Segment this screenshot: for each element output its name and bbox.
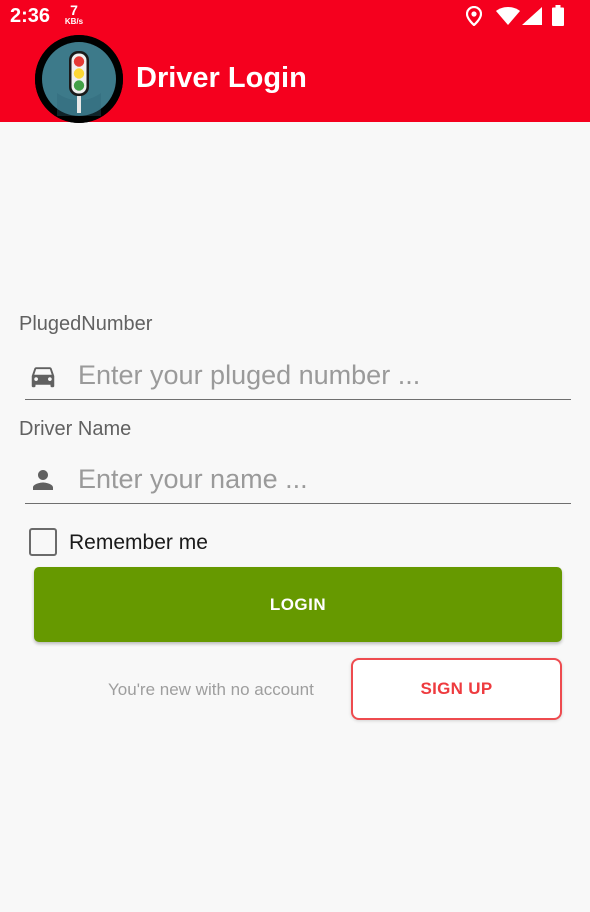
car-icon <box>31 367 55 388</box>
driver-name-input[interactable] <box>78 460 558 498</box>
app-bar: Driver Login <box>0 34 590 123</box>
traffic-light-icon <box>35 35 123 123</box>
status-icons <box>466 5 576 26</box>
login-button[interactable]: LOGIN <box>34 567 562 642</box>
person-icon <box>33 470 53 490</box>
network-speed-unit: KB/s <box>64 17 84 26</box>
driver-name-field[interactable] <box>25 456 571 504</box>
network-speed-value: 7 <box>70 2 78 18</box>
remember-me-label[interactable]: Remember me <box>69 531 208 555</box>
remember-me-row[interactable]: Remember me <box>29 528 329 558</box>
driver-name-label: Driver Name <box>19 418 132 440</box>
login-screen: 2:36 7 KB/s Driver Login PlugedNumber En… <box>0 0 590 912</box>
plug-number-field[interactable] <box>25 352 571 400</box>
location-icon <box>466 6 482 26</box>
header: 2:36 7 KB/s Driver Login <box>0 0 590 123</box>
network-speed: 7 KB/s <box>61 3 87 26</box>
no-account-text: You're new with no account <box>108 680 314 699</box>
battery-icon <box>552 5 564 26</box>
wifi-icon <box>496 7 520 25</box>
app-title: Driver Login <box>136 62 307 94</box>
signal-icon <box>522 7 542 25</box>
plug-number-label: PlugedNumber <box>19 313 153 335</box>
plug-number-input[interactable] <box>78 356 558 394</box>
status-time: 2:36 <box>10 5 51 27</box>
status-bar: 2:36 7 KB/s <box>0 0 590 34</box>
remember-me-checkbox[interactable] <box>29 528 57 556</box>
sign-up-button[interactable]: SIGN UP <box>351 658 562 720</box>
